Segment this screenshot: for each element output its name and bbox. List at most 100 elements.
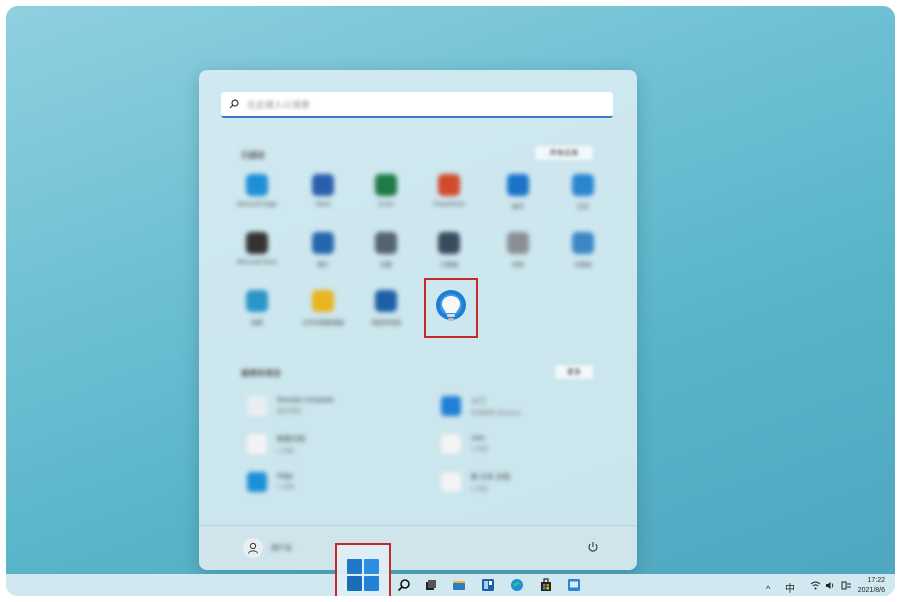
app-icon bbox=[438, 174, 460, 196]
recommended-title: 入门 bbox=[471, 397, 485, 405]
file-icon bbox=[247, 434, 267, 454]
widgets-icon[interactable] bbox=[481, 578, 495, 592]
recommended-item[interactable]: Edge 1 天前 bbox=[247, 466, 427, 498]
recommended-item[interactable]: 新建文档 1 天前 bbox=[247, 428, 427, 460]
app-label: 电影和电视 bbox=[370, 321, 401, 327]
pinned-app[interactable]: 电影和电视 bbox=[356, 290, 416, 340]
taskbar: ^ 中 17:22 2021/8/6 bbox=[6, 574, 895, 596]
ime-indicator[interactable]: 中 bbox=[785, 580, 795, 595]
recommended-item[interactable]: 入门欢迎使用 Windows bbox=[441, 390, 621, 422]
app-icon bbox=[572, 232, 594, 254]
wifi-icon[interactable] bbox=[810, 581, 821, 590]
app-icon bbox=[246, 290, 268, 312]
recommended-subtitle: 1 天前 bbox=[277, 448, 295, 455]
recommended-title: 新建文档 bbox=[277, 435, 305, 443]
search-icon bbox=[229, 99, 239, 109]
app-label: 画图 bbox=[250, 321, 263, 327]
app-icon bbox=[375, 232, 397, 254]
pinned-app[interactable]: 设置 bbox=[356, 232, 416, 282]
app-label: 文件资源管理器 bbox=[301, 321, 344, 327]
edge-icon[interactable] bbox=[510, 578, 524, 592]
user-button[interactable]: 用户名 bbox=[243, 538, 292, 558]
recommended-subtitle: 最近添加 bbox=[277, 409, 302, 415]
show-hidden-icons-icon[interactable]: ^ bbox=[766, 584, 770, 594]
start-button[interactable] bbox=[335, 543, 391, 596]
pinned-app[interactable]: Microsoft Store bbox=[227, 232, 287, 282]
recommended-title: 新 文本 文档 bbox=[471, 473, 510, 481]
app-icon bbox=[312, 290, 334, 312]
user-icon bbox=[248, 542, 258, 554]
lightbulb-icon bbox=[436, 290, 466, 321]
pinned-app[interactable]: Word bbox=[293, 174, 353, 224]
app-icon bbox=[375, 290, 397, 312]
app-label: 记事本 bbox=[573, 263, 592, 269]
recommended-title: note bbox=[471, 435, 485, 442]
windows-logo-icon bbox=[347, 559, 379, 591]
app-icon bbox=[312, 174, 334, 196]
desktop: 在此键入以搜索 已固定 所有应用 Microsoft Edge Word Excel… bbox=[6, 6, 895, 596]
power-icon[interactable] bbox=[587, 541, 599, 553]
app-icon bbox=[246, 232, 268, 254]
clock[interactable]: 17:22 2021/8/6 bbox=[858, 576, 885, 596]
app-label: Microsoft Edge bbox=[236, 202, 278, 208]
pinned-app[interactable]: Microsoft Edge bbox=[227, 174, 287, 224]
pinned-app[interactable]: 计算器 bbox=[419, 232, 479, 282]
recommended-title: Remote Computer bbox=[277, 397, 335, 404]
avatar bbox=[243, 538, 263, 558]
recommended-title: Edge bbox=[277, 473, 294, 480]
app-label: 设置 bbox=[379, 263, 392, 269]
tips-app[interactable] bbox=[424, 278, 478, 338]
file-icon bbox=[441, 472, 461, 492]
file-icon bbox=[247, 396, 267, 416]
pinned-app[interactable]: 日历 bbox=[553, 174, 613, 224]
recommended-item[interactable]: Remote Computer 最近添加 bbox=[247, 390, 427, 422]
recommended-title: 推荐的项目 bbox=[241, 369, 281, 378]
recommended-item[interactable]: 新 文本 文档 1 天前 bbox=[441, 466, 621, 498]
clock-time: 17:22 bbox=[867, 577, 885, 584]
app-label: 邮件 bbox=[511, 205, 524, 211]
pinned-app[interactable]: 画图 bbox=[227, 290, 287, 340]
app-label: PowerPoint bbox=[433, 202, 465, 208]
all-apps-button[interactable]: 所有应用 bbox=[535, 146, 593, 160]
more-button[interactable]: 更多 bbox=[555, 365, 593, 379]
file-explorer-icon[interactable] bbox=[452, 578, 466, 592]
recommended-subtitle: 1 天前 bbox=[471, 486, 489, 493]
pinned-app[interactable]: Excel bbox=[356, 174, 416, 224]
task-view-icon[interactable] bbox=[424, 578, 438, 592]
app-icon bbox=[375, 174, 397, 196]
clock-date: 2021/8/6 bbox=[857, 587, 885, 594]
pinned-app[interactable]: 记事本 bbox=[553, 232, 613, 282]
pinned-app[interactable]: 照片 bbox=[293, 232, 353, 282]
app-label: 时钟 bbox=[511, 263, 524, 269]
pinned-app[interactable]: 文件资源管理器 bbox=[293, 290, 353, 340]
file-icon bbox=[441, 396, 461, 416]
app-label: Word bbox=[315, 202, 331, 208]
app-icon bbox=[438, 232, 460, 254]
app-icon bbox=[246, 174, 268, 196]
app-icon bbox=[572, 174, 594, 196]
user-name: 用户名 bbox=[271, 545, 292, 552]
app-label: Excel bbox=[378, 202, 394, 208]
pinned-app[interactable]: 时钟 bbox=[488, 232, 548, 282]
network-icon[interactable] bbox=[841, 581, 852, 590]
start-footer: 用户名 bbox=[199, 525, 637, 570]
app-icon bbox=[507, 174, 529, 196]
search-box[interactable]: 在此键入以搜索 bbox=[221, 92, 613, 118]
search-placeholder: 在此键入以搜索 bbox=[247, 99, 311, 110]
pinned-title: 已固定 bbox=[241, 151, 265, 160]
pinned-app[interactable]: 邮件 bbox=[488, 174, 548, 224]
recommended-subtitle: 欢迎使用 Windows bbox=[471, 410, 522, 417]
remote-desktop-icon[interactable] bbox=[567, 578, 581, 592]
recommended-subtitle: 1 天前 bbox=[471, 447, 489, 453]
app-label: 计算器 bbox=[439, 263, 458, 269]
volume-icon[interactable] bbox=[825, 581, 835, 590]
recommended-item[interactable]: note 1 天前 bbox=[441, 428, 621, 460]
store-icon[interactable] bbox=[539, 578, 553, 592]
recommended-subtitle: 1 天前 bbox=[277, 485, 295, 491]
file-icon bbox=[247, 472, 267, 492]
pinned-app[interactable]: PowerPoint bbox=[419, 174, 479, 224]
app-label: 照片 bbox=[316, 263, 329, 269]
app-icon bbox=[507, 232, 529, 254]
search-icon[interactable] bbox=[397, 578, 411, 592]
start-menu: 在此键入以搜索 已固定 所有应用 Microsoft Edge Word Excel… bbox=[199, 70, 637, 570]
